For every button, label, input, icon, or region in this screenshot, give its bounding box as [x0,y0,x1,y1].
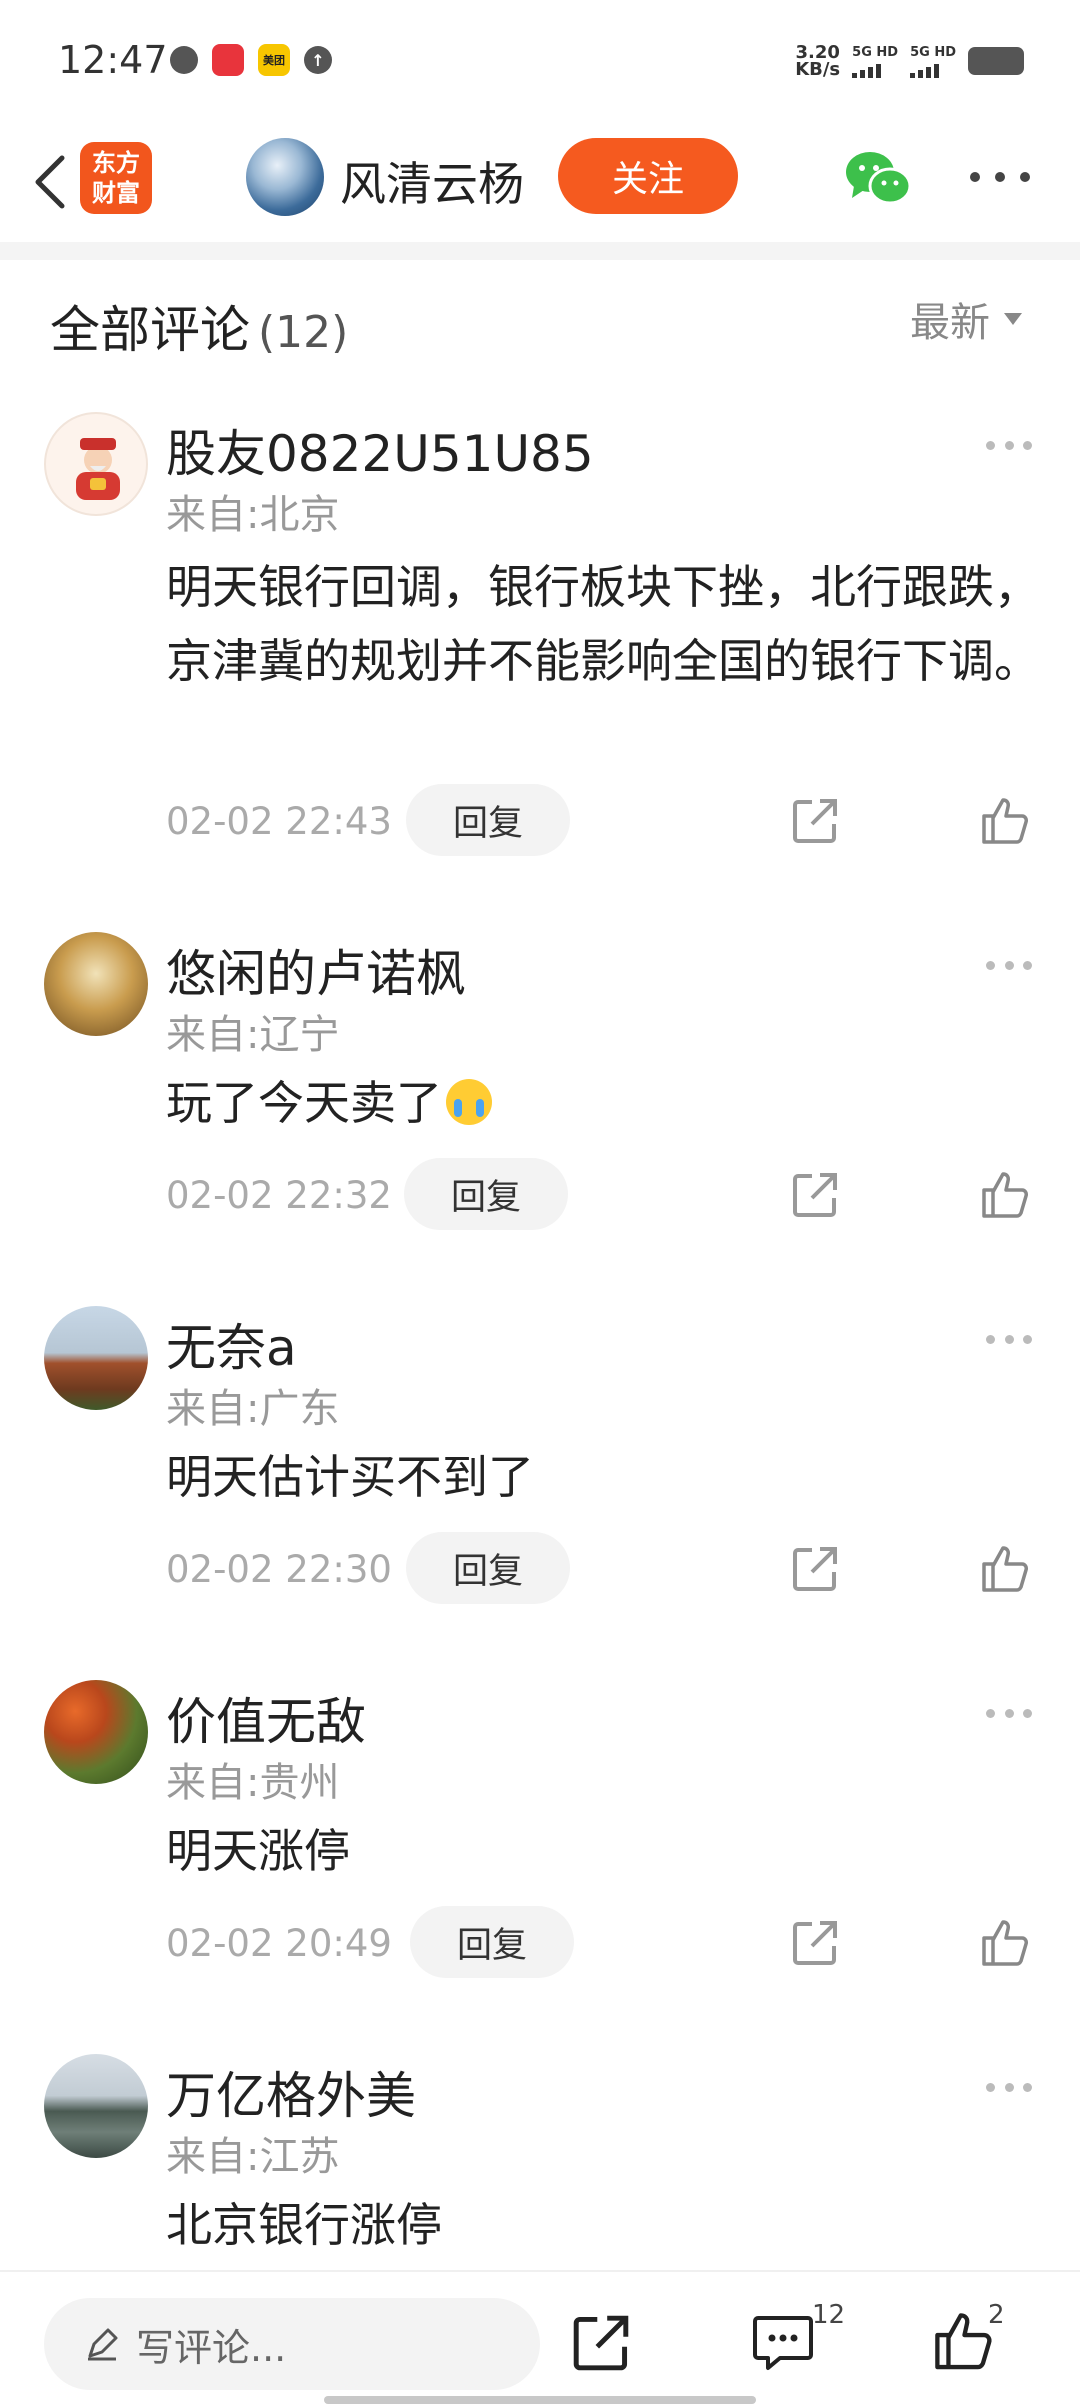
more-options-button[interactable] [970,162,1030,192]
brand-logo-line2: 财富 [92,179,140,207]
crying-emoji-icon [446,1079,492,1125]
thumbs-up-icon[interactable] [978,1916,1030,1968]
wechat-icon [846,152,912,205]
reply-button[interactable]: 回复 [406,784,570,856]
write-comment-input[interactable]: 写评论... [44,2298,540,2390]
app-notification-icon [212,44,244,76]
comment-username[interactable]: 股友0822U51U85 [166,414,594,486]
comment-time: 02-02 22:30 [166,1548,392,1591]
reply-button[interactable]: 回复 [404,1158,568,1230]
comment-location: 来自:辽宁 [166,1012,340,1058]
signal-bars-icon [910,62,940,78]
avatar[interactable] [44,1680,148,1784]
comment-time: 02-02 20:49 [166,1922,392,1965]
share-icon[interactable] [570,2312,632,2374]
likes-count-badge: 2 [988,2300,1005,2330]
comment-more-button[interactable] [986,1332,1032,1346]
comments-count: (12) [258,307,349,358]
bottom-action-bar: 写评论... 12 2 [0,2270,1080,2408]
home-indicator[interactable] [324,2396,756,2404]
avatar[interactable] [44,412,148,516]
brand-logo[interactable]: 东方 财富 [80,142,152,214]
write-comment-placeholder: 写评论... [136,2325,287,2370]
comments-count-badge: 12 [812,2300,846,2330]
back-button[interactable] [20,146,80,218]
thumbs-up-icon[interactable] [978,1168,1030,1220]
upload-icon: ↑ [304,46,332,74]
comment-text: 明天涨停 [166,1824,350,1878]
share-icon[interactable] [790,1544,840,1594]
comment-location: 来自:广东 [166,1386,340,1432]
signal-bars-icon [852,62,882,78]
follow-button[interactable]: 关注 [558,138,738,214]
status-indicators: 3.20 KB/s 5G HD 5G HD [795,44,1024,80]
caret-down-icon [1004,313,1022,325]
share-icon[interactable] [790,1170,840,1220]
signal-1: 5G HD [852,45,898,78]
comments-icon[interactable] [752,2314,814,2372]
sort-label: 最新 [910,300,990,346]
section-divider [0,242,1080,260]
comment-more-button[interactable] [986,438,1032,452]
comment-username[interactable]: 无奈a [166,1308,297,1380]
brand-logo-line1: 东方 [92,149,140,177]
battery-icon [968,47,1024,75]
pencil-icon [88,2328,118,2361]
avatar[interactable] [44,932,148,1036]
status-time: 12:47 [58,38,168,82]
top-nav-bar: 东方 财富 风清云杨 关注 [0,126,1080,244]
comment-username[interactable]: 价值无敌 [166,1682,366,1754]
comment-location: 来自:江苏 [166,2134,340,2180]
signal-1-label: 5G HD [852,44,899,60]
sort-dropdown[interactable]: 最新 [910,290,1022,348]
comment-time: 02-02 22:43 [166,800,392,843]
comment-username[interactable]: 悠闲的卢诺枫 [166,934,466,1006]
signal-2: 5G HD [910,45,956,78]
comment-username[interactable]: 万亿格外美 [166,2056,416,2128]
comments-title: 全部评论 (12) [50,290,348,362]
comment-text: 明天估计买不到了 [166,1450,534,1504]
comments-title-text: 全部评论 [50,301,250,359]
avatar[interactable] [44,1306,148,1410]
reply-button[interactable]: 回复 [406,1532,570,1604]
thumbs-up-icon[interactable] [978,1542,1030,1594]
signal-2-label: 5G HD [910,44,956,60]
comment-location: 来自:贵州 [166,1760,340,1806]
network-speed-unit: KB/s [795,59,841,80]
network-speed: 3.20 KB/s [795,44,841,80]
share-icon[interactable] [790,1918,840,1968]
comment-text-body: 玩了今天卖了 [166,1076,442,1130]
comment-location: 来自:北京 [166,492,340,538]
share-icon[interactable] [790,796,840,846]
avatar[interactable] [44,2054,148,2158]
thumbs-up-icon[interactable] [978,794,1030,846]
comment-text: 明天银行回调，银行板块下挫，北行跟跌，京津冀的规划并不能影响全国的银行下调。 [166,560,1040,688]
author-name[interactable]: 风清云杨 [340,148,524,214]
chevron-left-icon [35,155,65,209]
reply-button[interactable]: 回复 [410,1906,574,1978]
author-avatar[interactable] [246,138,324,216]
comment-more-button[interactable] [986,2080,1032,2094]
status-bar: 12:47 美团 ↑ 3.20 KB/s 5G HD 5G HD [0,0,1080,126]
caishen-avatar-icon [76,438,120,500]
wechat-share-button[interactable] [844,148,912,208]
comment-more-button[interactable] [986,958,1032,972]
status-notification-icons: 美团 ↑ [170,44,332,76]
meituan-notification-icon: 美团 [258,44,290,76]
comment-more-button[interactable] [986,1706,1032,1720]
comment-time: 02-02 22:32 [166,1174,392,1217]
chat-notification-icon [170,46,198,74]
comment-text: 玩了今天卖了 [166,1066,1046,1140]
comment-text: 北京银行涨停 [166,2198,442,2252]
thumbs-up-icon[interactable] [930,2308,994,2372]
